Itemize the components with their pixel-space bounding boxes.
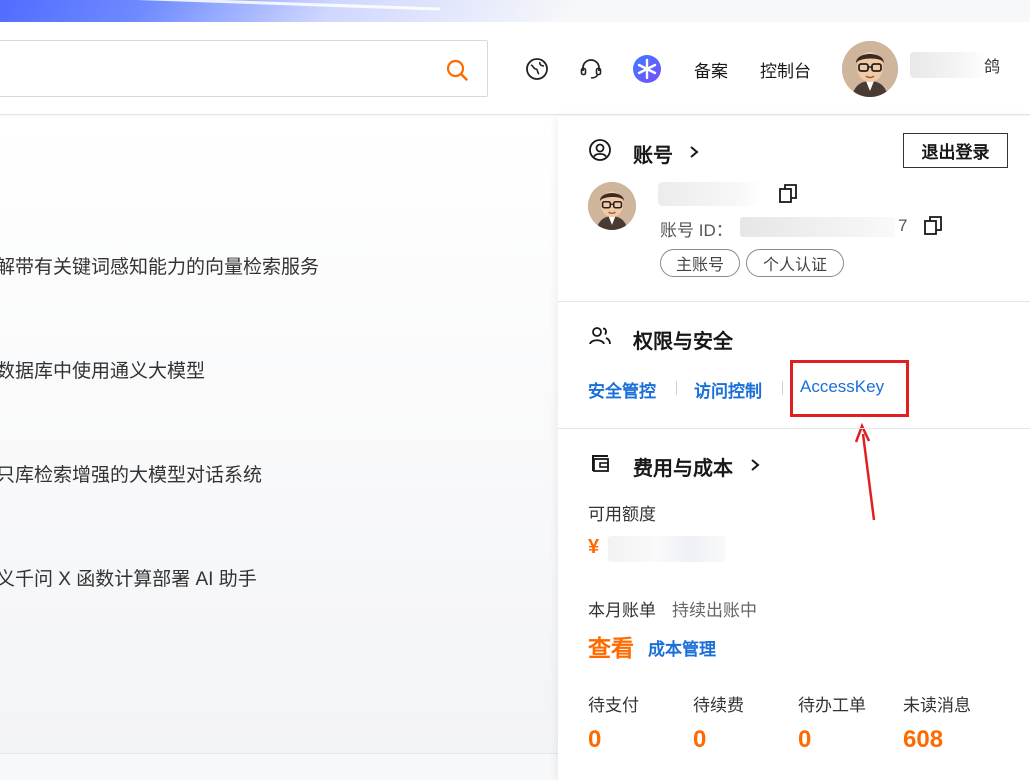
available-credit-label: 可用额度 bbox=[588, 505, 656, 524]
pending-tickets-count[interactable]: 0 bbox=[798, 726, 811, 754]
redacted-account-name bbox=[658, 182, 763, 206]
redacted-credit-amount bbox=[608, 536, 726, 562]
search-icon[interactable] bbox=[445, 58, 469, 82]
copy-icon[interactable] bbox=[778, 183, 798, 205]
users-icon bbox=[589, 327, 611, 345]
main-account-tag: 主账号 bbox=[660, 249, 740, 277]
currency-symbol: ¥ bbox=[588, 536, 600, 558]
account-title[interactable]: 账号 bbox=[633, 139, 673, 168]
chevron-right-icon[interactable] bbox=[687, 145, 701, 159]
unread-messages-count[interactable]: 608 bbox=[903, 726, 943, 754]
beian-link[interactable]: 备案 bbox=[694, 57, 728, 82]
account-avatar bbox=[588, 182, 636, 230]
security-title: 权限与安全 bbox=[633, 331, 733, 353]
redacted-account-id bbox=[740, 217, 895, 237]
copy-icon[interactable] bbox=[923, 215, 943, 237]
unread-messages-label[interactable]: 未读消息 bbox=[903, 691, 971, 716]
separator bbox=[676, 381, 677, 395]
list-item[interactable]: 只库检索增强的大模型对话系统 bbox=[0, 460, 262, 487]
list-item[interactable]: 数据库中使用通义大模型 bbox=[0, 356, 205, 383]
wallet-icon bbox=[592, 455, 609, 472]
divider bbox=[558, 428, 1030, 429]
cost-management-link[interactable]: 成本管理 bbox=[648, 635, 716, 660]
console-link[interactable]: 控制台 bbox=[760, 57, 811, 82]
chevron-right-icon[interactable] bbox=[748, 458, 762, 472]
account-id-tail: 7 bbox=[898, 216, 908, 235]
list-item[interactable]: 解带有关键词感知能力的向量检索服务 bbox=[0, 252, 319, 279]
month-bill-label: 本月账单 bbox=[588, 601, 656, 620]
list-item[interactable]: 义千问 X 函数计算部署 AI 助手 bbox=[0, 564, 257, 591]
divider bbox=[558, 301, 1030, 302]
access-control-link[interactable]: 访问控制 bbox=[694, 377, 762, 402]
headset-icon[interactable] bbox=[578, 56, 604, 82]
logout-button[interactable]: 退出登录 bbox=[903, 133, 1008, 168]
avatar[interactable] bbox=[842, 41, 898, 97]
pending-renewal-count[interactable]: 0 bbox=[693, 726, 706, 754]
account-id-label: 账号 ID： bbox=[660, 221, 733, 240]
main-content: 解带有关键词感知能力的向量检索服务 数据库中使用通义大模型 只库检索增强的大模型… bbox=[0, 116, 558, 754]
ai-assistant-icon[interactable] bbox=[632, 54, 662, 84]
annotation-highlight-box bbox=[790, 360, 909, 417]
avatar-face-icon bbox=[588, 182, 636, 230]
pending-tickets-label[interactable]: 待办工单 bbox=[798, 691, 866, 716]
account-dropdown-panel: 账号 退出登录 账号 ID： 7 主账号 个人认证 权限与安全 安全管控 访问控… bbox=[558, 116, 1030, 780]
globe-icon[interactable] bbox=[524, 56, 550, 82]
personal-verification-tag[interactable]: 个人认证 bbox=[746, 249, 844, 277]
top-header: 备案 控制台 鸽 bbox=[0, 22, 1030, 115]
pending-payment-label[interactable]: 待支付 bbox=[588, 691, 639, 716]
pending-renewal-label[interactable]: 待续费 bbox=[693, 691, 744, 716]
pending-payment-count[interactable]: 0 bbox=[588, 726, 601, 754]
top-banner bbox=[0, 0, 1030, 22]
separator bbox=[782, 381, 783, 395]
search-input[interactable] bbox=[0, 40, 488, 97]
header-username[interactable]: 鸽 bbox=[906, 50, 1006, 78]
security-control-link[interactable]: 安全管控 bbox=[588, 377, 656, 402]
billing-title[interactable]: 费用与成本 bbox=[633, 452, 733, 481]
user-circle-icon bbox=[589, 139, 611, 161]
month-bill-status: 持续出账中 bbox=[672, 601, 757, 620]
view-bill-link[interactable]: 查看 bbox=[588, 629, 634, 663]
redacted-username bbox=[910, 52, 988, 78]
avatar-face-icon bbox=[842, 41, 898, 97]
